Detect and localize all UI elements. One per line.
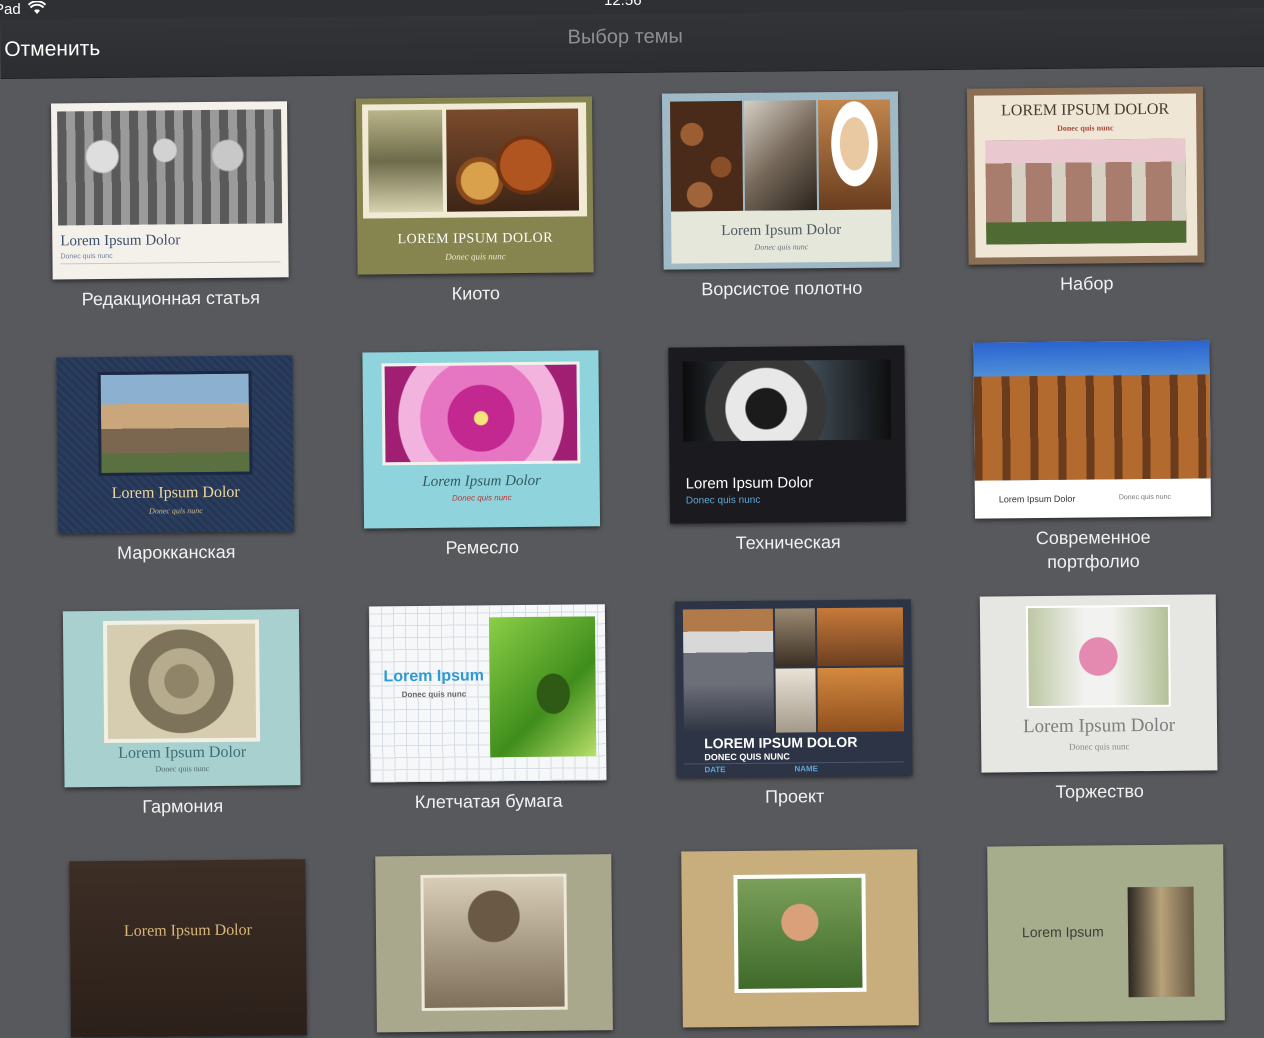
photo-coffee-beans: [670, 100, 744, 212]
theme-subtitle: Donec quis nunc: [60, 252, 113, 261]
theme-thumbnail: LOREM IPSUM DOLOR DONEC QUIS NUNC DATE N…: [674, 599, 913, 778]
theme-sage[interactable]: Lorem Ipsum: [987, 844, 1225, 1023]
photo-gear: [682, 359, 892, 442]
photo-sky: [973, 340, 1210, 377]
theme-subtitle: Donec quis nunc: [1068, 741, 1130, 752]
theme-label: Марокканская: [117, 541, 236, 563]
theme-title: Lorem Ipsum Dolor: [1022, 714, 1176, 738]
theme-label: Редакционная статья: [81, 287, 261, 310]
theme-subtitle: DONEC QUIS NUNC: [704, 751, 790, 763]
photo-interior-1: [774, 608, 816, 667]
theme-title: Lorem Ipsum Dolor: [111, 483, 240, 502]
photo-chrysanthemum: [102, 619, 261, 744]
theme-subtitle: Donec quis nunc: [155, 764, 210, 774]
divider: [60, 261, 281, 265]
photo-hill-town: [97, 370, 253, 477]
photo-latte: [817, 99, 892, 211]
theme-subtitle: Donec quis nunc: [451, 493, 512, 503]
theme-label-line-1: Современное: [1035, 526, 1151, 549]
theme-thumbnail: Lorem Ipsum Donec quis nunc: [368, 604, 607, 783]
theme-thumbnail: Lorem Ipsum: [987, 844, 1225, 1023]
theme-project[interactable]: LOREM IPSUM DOLOR DONEC QUIS NUNC DATE N…: [674, 599, 913, 809]
photo-tea-leaves: [368, 109, 444, 213]
photo-garden: [986, 220, 1187, 245]
theme-linen[interactable]: Lorem Ipsum Dolor Donec quis nunc Ворсис…: [661, 91, 900, 301]
theme-thumbnail: Lorem Ipsum Dolor Donec quis nunc: [50, 101, 289, 280]
theme-title: LOREM IPSUM DOLOR: [397, 230, 554, 248]
project-name: NAME: [794, 764, 819, 774]
theme-craft[interactable]: Lorem Ipsum Dolor Donec quis nunc Ремесл…: [362, 350, 601, 560]
theme-title: Lorem Ipsum Dolor: [123, 921, 253, 940]
theme-title: Lorem Ipsum Dolor: [721, 221, 842, 240]
theme-subtitle: Donec quis nunc: [401, 689, 467, 700]
photo-dahlia: [381, 361, 581, 466]
theme-label: Техническая: [735, 531, 841, 553]
theme-leather[interactable]: Lorem Ipsum Dolor: [69, 859, 307, 1038]
theme-label: Киото: [451, 283, 501, 304]
theme-label: Современное портфолио: [975, 524, 1211, 574]
theme-grid: Lorem Ipsum Dolor Donec quis nunc Редакц…: [0, 0, 1264, 1038]
theme-subtitle: Donec quis nunc: [445, 251, 506, 262]
photo-girl: [733, 873, 867, 993]
theme-label: Гармония: [142, 795, 224, 817]
theme-thumbnail: Lorem Ipsum Dolor Donec quis nunc: [979, 594, 1218, 773]
theme-thumbnail: Lorem Ipsum Dolor Donec quis nunc: [668, 345, 907, 524]
theme-title: LOREM IPSUM DOLOR: [704, 733, 858, 752]
theme-label-line-2: портфолио: [1047, 551, 1140, 572]
photo-boy-cap: [420, 873, 568, 1012]
theme-celebration[interactable]: Lorem Ipsum Dolor Donec quis nunc Торжес…: [979, 594, 1218, 804]
photo-teapot: [446, 108, 580, 212]
theme-label: Торжество: [1055, 781, 1144, 802]
project-date: DATE: [704, 765, 726, 775]
theme-title: Lorem Ipsum Dolor: [422, 472, 542, 490]
theme-thumbnail: LOREM IPSUM DOLOR Donec quis nunc: [966, 86, 1205, 265]
theme-graph-paper[interactable]: Lorem Ipsum Donec quis nunc Клетчатая бу…: [368, 604, 607, 814]
theme-thumbnail: [681, 849, 919, 1028]
photo-children: [57, 109, 283, 226]
theme-editorial[interactable]: Lorem Ipsum Dolor Donec quis nunc Редакц…: [50, 101, 289, 311]
theme-thumbnail: [375, 854, 613, 1033]
theme-thumbnail: Lorem Ipsum Dolor: [69, 859, 307, 1038]
theme-subtitle: Donec quis nunc: [685, 494, 761, 507]
photo-butterfly: [488, 616, 597, 758]
theme-technical[interactable]: Lorem Ipsum Dolor Donec quis nunc Технич…: [668, 345, 907, 555]
theme-label: Ворсистое полотно: [701, 277, 863, 300]
theme-title: Lorem Ipsum: [383, 667, 485, 686]
theme-label: Проект: [764, 786, 825, 807]
theme-typeset[interactable]: LOREM IPSUM DOLOR Donec quis nunc Набор: [966, 86, 1205, 296]
photo-espresso: [744, 100, 818, 211]
photo-bouquet: [1025, 604, 1171, 709]
theme-label: Ремесло: [445, 537, 520, 558]
theme-title: LOREM IPSUM DOLOR: [1001, 100, 1170, 120]
photo-interior-3: [775, 668, 817, 733]
theme-thumbnail: Lorem Ipsum Dolor Donec quis nunc: [661, 91, 900, 270]
photo-house-exterior: [682, 608, 775, 734]
theme-moroccan[interactable]: Lorem Ipsum Dolor Donec quis nunc Марокк…: [56, 355, 295, 565]
theme-thumbnail: Lorem Ipsum Dolor Donec quis nunc: [973, 340, 1212, 519]
theme-thumbnail: Lorem Ipsum Dolor Donec quis nunc: [56, 355, 295, 534]
photo-buildings: [1127, 886, 1195, 998]
photo-interior-2: [816, 607, 904, 667]
theme-thumbnail: Lorem Ipsum Dolor Donec quis nunc: [62, 609, 301, 788]
theme-kyoto[interactable]: LOREM IPSUM DOLOR Donec quis nunc Киото: [355, 96, 594, 306]
theme-subtitle: Donec quis nunc: [1118, 493, 1172, 502]
theme-label: Набор: [1060, 273, 1114, 294]
theme-title: Lorem Ipsum Dolor: [998, 493, 1076, 505]
theme-thumbnail: LOREM IPSUM DOLOR Donec quis nunc: [355, 96, 594, 275]
theme-title: Lorem Ipsum Dolor: [118, 743, 247, 762]
theme-subtitle: Donec quis nunc: [148, 506, 203, 516]
theme-kraft[interactable]: [681, 849, 919, 1028]
theme-thumbnail: Lorem Ipsum Dolor Donec quis nunc: [362, 350, 601, 529]
theme-title: Lorem Ipsum Dolor: [685, 474, 814, 493]
theme-title: Lorem Ipsum Dolor: [60, 232, 181, 250]
theme-title: Lorem Ipsum: [1021, 923, 1104, 941]
photo-interior-4: [817, 667, 905, 733]
theme-vintage[interactable]: [375, 854, 613, 1033]
theme-modern-portfolio[interactable]: Lorem Ipsum Dolor Donec quis nunc Соврем…: [973, 340, 1212, 574]
theme-harmony[interactable]: Lorem Ipsum Dolor Donec quis nunc Гармон…: [62, 609, 301, 819]
theme-label: Клетчатая бумага: [414, 790, 563, 813]
